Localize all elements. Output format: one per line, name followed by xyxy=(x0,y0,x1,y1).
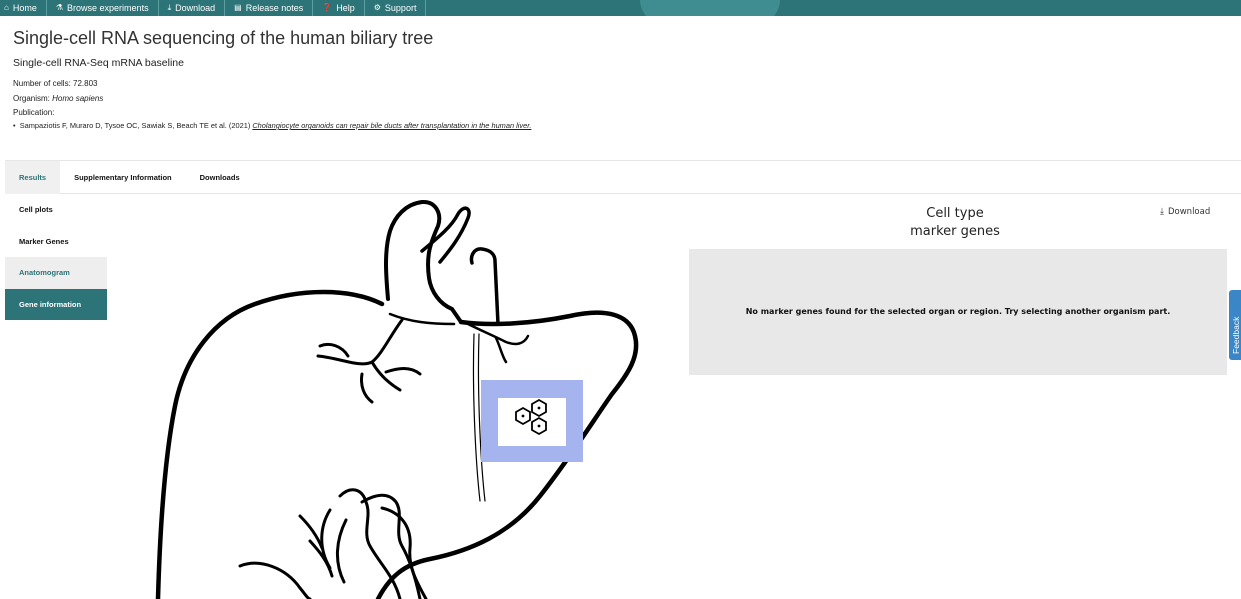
side-item-anatomogram[interactable]: Anatomogram xyxy=(5,257,107,289)
banner-decoration xyxy=(640,0,780,16)
nav-home[interactable]: ⌂ Home xyxy=(0,0,47,16)
publication-label: Publication: xyxy=(13,108,55,117)
anatomogram-liver xyxy=(155,199,639,599)
results-side-menu: Cell plots Marker Genes Anatomogram Gene… xyxy=(5,194,107,320)
experiment-subtitle: Single-cell RNA-Seq mRNA baseline xyxy=(13,57,184,69)
marker-genes-download-button[interactable]: ⤓ Download xyxy=(1160,207,1210,217)
tab-supplementary-information[interactable]: Supplementary Information xyxy=(60,161,186,194)
support-icon: ⚙ xyxy=(373,3,381,12)
cell-count-label: Number of cells: xyxy=(13,79,71,88)
feedback-tab[interactable]: Feedback xyxy=(1229,290,1241,360)
nav-label: Home xyxy=(12,3,37,13)
page-title: Single-cell RNA sequencing of the human … xyxy=(13,28,434,48)
cell-count-value: 72.803 xyxy=(73,79,98,88)
feedback-label: Feedback xyxy=(1231,316,1241,354)
cell-count: Number of cells: 72.803 xyxy=(13,79,98,88)
marker-genes-empty-state: No marker genes found for the selected o… xyxy=(689,249,1227,375)
organism: Organism: Homo sapiens xyxy=(13,94,103,103)
side-item-marker-genes[interactable]: Marker Genes xyxy=(5,225,107,257)
liver-outline[interactable] xyxy=(155,289,385,599)
bullet: • xyxy=(13,121,20,130)
side-item-gene-information[interactable]: Gene information xyxy=(5,288,107,320)
download-label: Download xyxy=(1167,207,1211,217)
nav-release-notes[interactable]: ▤ Release notes xyxy=(225,0,314,16)
nav-label: Download xyxy=(175,3,216,13)
publication-link[interactable]: Cholangiocyte organoids can repair bile … xyxy=(252,121,531,130)
nav-help[interactable]: ❓ Help xyxy=(313,0,365,16)
tab-results[interactable]: Results xyxy=(5,161,61,194)
portal-branch[interactable] xyxy=(316,318,422,404)
organism-value: Homo sapiens xyxy=(52,94,104,103)
nav-support[interactable]: ⚙ Support xyxy=(365,0,427,16)
empty-state-message: No marker genes found for the selected o… xyxy=(745,306,1171,316)
nav-browse-experiments[interactable]: ⚗ Browse experiments xyxy=(47,0,159,16)
nav-label: Help xyxy=(336,3,355,13)
nav-download[interactable]: ⤓ Download xyxy=(159,0,226,16)
organism-label: Organism: xyxy=(13,94,50,103)
nav-label: Support xyxy=(384,3,417,13)
publication-authors: Sampaziotis F, Muraro D, Tysoe OC, Sawia… xyxy=(19,121,251,130)
download-icon: ⤓ xyxy=(1160,207,1164,217)
home-icon: ⌂ xyxy=(4,3,9,12)
download-icon: ⤓ xyxy=(167,3,172,12)
side-item-cell-plots[interactable]: Cell plots xyxy=(5,194,107,226)
nav-label: Release notes xyxy=(245,3,304,13)
marker-genes-title: Cell type marker genes xyxy=(850,205,1060,241)
vena-cava[interactable] xyxy=(469,247,500,326)
publication-entry: • Sampaziotis F, Muraro D, Tysoe OC, Saw… xyxy=(13,121,531,130)
tab-bar: Results Supplementary Information Downlo… xyxy=(5,160,1241,194)
title-line-1: Cell type xyxy=(926,206,984,221)
nav-label: Browse experiments xyxy=(67,3,149,13)
hepatic-vein[interactable] xyxy=(384,199,463,324)
tab-downloads[interactable]: Downloads xyxy=(186,161,254,194)
document-icon: ▤ xyxy=(234,3,242,12)
flask-icon: ⚗ xyxy=(55,3,64,12)
title-line-2: marker genes xyxy=(910,224,1000,239)
help-icon: ❓ xyxy=(322,3,333,12)
top-navigation: ⌂ Home ⚗ Browse experiments ⤓ Download ▤… xyxy=(0,0,1241,16)
